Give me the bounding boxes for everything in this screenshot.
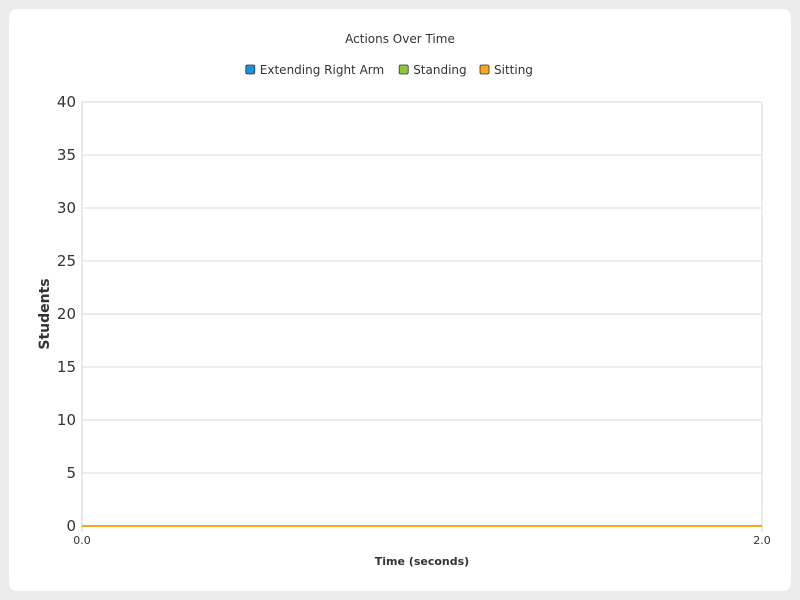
x-axis-label: Time (seconds) [375,555,469,568]
x-tick-label: 0.0 [73,534,91,547]
legend-swatch [398,64,409,75]
legend-label: Sitting [494,63,533,77]
y-tick-label: 20 [57,305,76,323]
legend-swatch [245,64,256,75]
y-tick-label: 0 [66,517,76,535]
chart-svg: Actions Over Time Extending Right Arm Sta… [37,32,771,568]
grid [81,101,763,527]
x-tick-label: 2.0 [753,534,771,547]
x-tick-labels: 0.0 2.0 [73,526,771,547]
y-tick-label: 5 [66,464,76,482]
chart-title: Actions Over Time [345,32,455,46]
y-axis-label: Students [37,278,53,349]
y-tick-labels: 0 5 10 15 20 25 30 35 40 [57,93,76,535]
legend-label: Standing [413,63,466,77]
y-tick-label: 30 [57,199,76,217]
y-tick-label: 10 [57,411,76,429]
y-tick-label: 15 [57,358,76,376]
legend: Extending Right Arm Standing Sitting [245,63,533,77]
legend-swatch [479,64,490,75]
legend-label: Extending Right Arm [260,63,384,77]
y-tick-label: 35 [57,146,76,164]
y-tick-label: 25 [57,252,76,270]
y-tick-label: 40 [57,93,76,111]
